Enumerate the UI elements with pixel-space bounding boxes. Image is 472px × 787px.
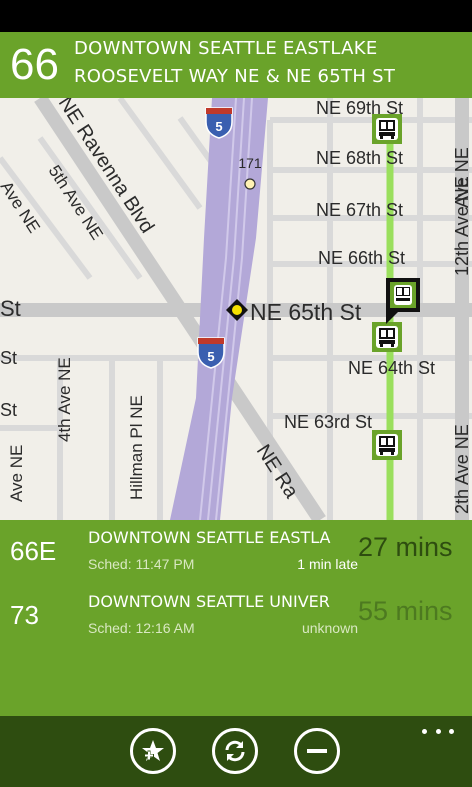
arrival-scheduled: Sched: 12:16 AM [88,620,195,636]
remove-button[interactable] [294,728,340,774]
map-canvas[interactable]: 5 5 171 NE 69th St NE 68th St NE 67th St… [0,98,472,520]
bus-stop-icon[interactable] [372,322,402,352]
favorite-add-icon [142,740,164,761]
route-info: DOWNTOWN SEATTLE EASTLAKE ROOSEVELT WAY … [74,35,395,91]
dot [422,728,427,734]
route-171-label: 171 [238,155,262,171]
refresh-button[interactable] [212,728,258,774]
street-label-st-65th-left: St [0,296,21,321]
status-bar [0,0,472,32]
refresh-icon [225,740,245,762]
street-label-ave-ne-right: Ave NE [452,147,472,208]
arrival-scheduled: Sched: 11:47 PM [88,556,195,572]
street-label-ne-68th: NE 68th St [316,148,403,168]
app-bar [0,716,472,787]
street-label-hillman: Hillman Pl NE [127,395,146,500]
arrival-destination: DOWNTOWN SEATTLE UNIVER [88,592,330,611]
arrivals-list: 66E DOWNTOWN SEATTLE EASTLA Sched: 11:47… [0,520,472,716]
street-label-ne-66th: NE 66th St [318,248,405,268]
arrival-route: 66E [10,536,57,566]
interstate-shield-icon: 5 [205,107,233,139]
street-label-ave-ne-bottom: Ave NE [7,445,26,502]
arrival-minutes: 55 mins [358,596,453,626]
street-label-4th-ave: 4th Ave NE [55,357,74,442]
stop-marker-icon[interactable] [244,178,256,190]
dot [449,728,454,734]
street-label-2th-ave-right: 2th Ave NE [452,424,472,514]
arrival-status: 1 min late [297,556,358,572]
street-label-ne-65th: NE 65th St [250,299,362,325]
app-window: 66 DOWNTOWN SEATTLE EASTLAKE ROOSEVELT W… [0,0,472,787]
arrival-minutes: 27 mins [358,532,453,562]
more-dots-icon[interactable] [422,724,454,738]
route-header: 66 DOWNTOWN SEATTLE EASTLAKE ROOSEVELT W… [0,32,472,98]
stop-name: ROOSEVELT WAY NE & NE 65TH ST [74,66,396,87]
street-label-st-left-2: St [0,400,17,420]
street-label-ne-63rd: NE 63rd St [284,412,372,432]
bus-stop-icon[interactable] [372,114,402,144]
arrival-row[interactable]: 66E DOWNTOWN SEATTLE EASTLA Sched: 11:47… [0,522,472,582]
arrival-route: 73 [10,600,39,630]
interstate-label-top: 5 [215,119,222,134]
remove-icon [307,749,327,753]
interstate-label-bottom: 5 [207,349,214,364]
route-number: 66 [10,40,59,89]
interstate-shield-icon: 5 [197,337,225,369]
street-label-st-left-1: St [0,348,17,368]
street-label-ne-64th: NE 64th St [348,358,435,378]
route-destination: DOWNTOWN SEATTLE EASTLAKE [74,38,378,59]
arrival-status: unknown [301,620,358,636]
add-favorite-button[interactable] [130,728,176,774]
bus-stop-icon[interactable] [372,430,402,460]
arrival-destination: DOWNTOWN SEATTLE EASTLA [88,528,331,547]
dot [435,728,441,734]
map-view[interactable]: 5 5 171 NE 69th St NE 68th St NE 67th St… [0,98,472,520]
street-label-ne-67th: NE 67th St [316,200,403,220]
arrival-row[interactable]: 73 DOWNTOWN SEATTLE UNIVER Sched: 12:16 … [0,586,472,646]
